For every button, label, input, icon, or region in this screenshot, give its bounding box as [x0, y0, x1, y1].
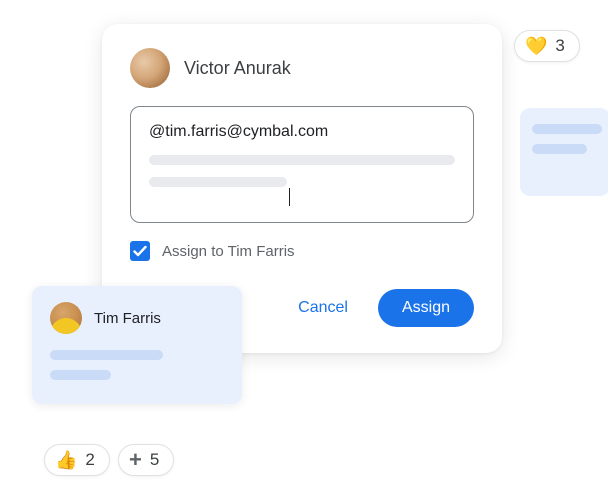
mention-preview-card[interactable]: Tim Farris [32, 286, 242, 404]
mention-text: @tim.farris@cymbal.com [149, 123, 455, 141]
placeholder-line [50, 350, 163, 360]
mention-name: Tim Farris [94, 310, 161, 327]
placeholder-line [50, 370, 111, 380]
reaction-chip-heart[interactable]: 💛 3 [514, 30, 580, 62]
comment-compose-box[interactable]: @tim.farris@cymbal.com [130, 106, 474, 223]
assign-button[interactable]: Assign [378, 289, 474, 327]
mention-avatar [50, 302, 82, 334]
author-avatar [130, 48, 170, 88]
placeholder-line [532, 144, 587, 154]
placeholder-line [149, 155, 455, 165]
author-name: Victor Anurak [184, 58, 291, 79]
reaction-chip-thumb[interactable]: 👍 2 [44, 444, 110, 476]
check-icon [132, 243, 148, 259]
reaction-count: 2 [85, 450, 94, 470]
reaction-count: 3 [555, 36, 564, 56]
plus-icon: + [129, 451, 142, 469]
comment-author-row: Victor Anurak [130, 48, 474, 88]
cancel-button[interactable]: Cancel [274, 289, 372, 327]
assign-checkbox[interactable] [130, 241, 150, 261]
placeholder-line [532, 124, 602, 134]
assign-label: Assign to Tim Farris [162, 243, 295, 260]
assign-checkbox-row[interactable]: Assign to Tim Farris [130, 241, 474, 261]
reaction-count: 5 [150, 450, 159, 470]
heart-icon: 💛 [525, 37, 547, 55]
placeholder-line [149, 177, 287, 187]
background-card-right [520, 108, 608, 196]
reaction-chip-plus[interactable]: + 5 [118, 444, 174, 476]
mention-card-header: Tim Farris [50, 302, 224, 334]
text-caret [289, 188, 290, 206]
thumbs-up-icon: 👍 [55, 451, 77, 469]
